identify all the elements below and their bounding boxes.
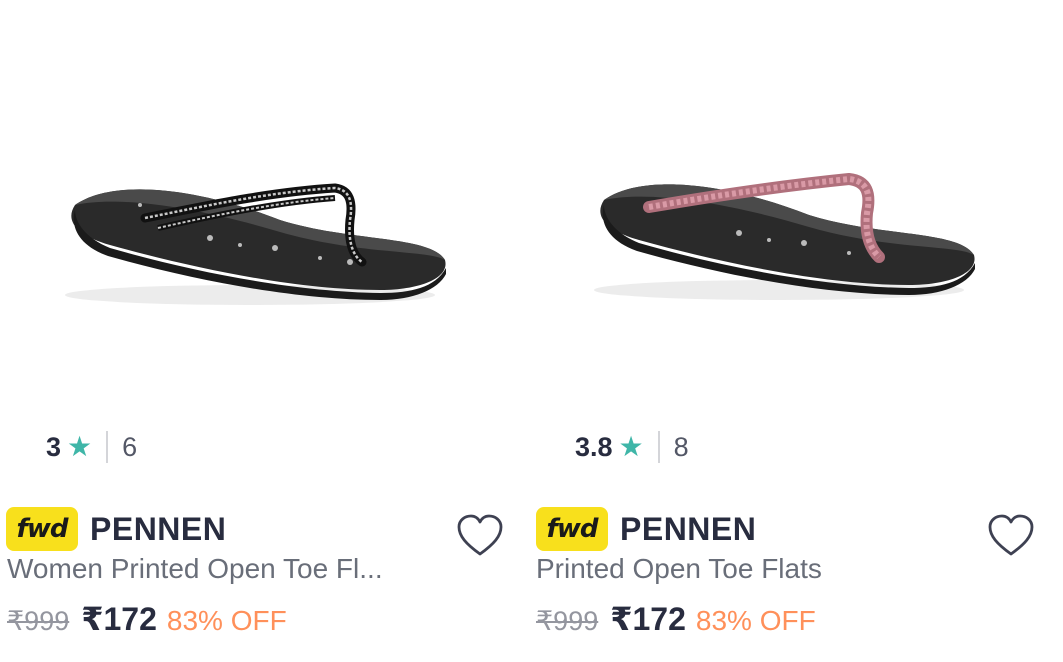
selling-price: ₹172	[610, 601, 686, 637]
original-price: ₹999	[7, 606, 70, 636]
product-title[interactable]: Printed Open Toe Flats	[536, 553, 822, 585]
brand-name: PENNEN	[620, 510, 757, 547]
selling-price: ₹172	[81, 601, 157, 637]
brand-row: fwd PENNEN	[6, 507, 226, 551]
discount-label: 83% OFF	[166, 605, 287, 636]
product-image[interactable]	[0, 0, 531, 410]
rating-summary: 3 ★ 6	[46, 428, 137, 466]
sandal-image-icon	[65, 183, 446, 305]
product-grid: 3 ★ 6 fwd PENNEN Women Printed Open Toe …	[0, 0, 1063, 662]
heart-icon	[457, 514, 503, 556]
rating-summary: 3.8 ★ 8	[575, 428, 689, 466]
rating-value: 3.8	[575, 431, 613, 462]
wishlist-button[interactable]	[987, 514, 1035, 558]
wishlist-button[interactable]	[456, 514, 504, 558]
product-title[interactable]: Women Printed Open Toe Fl...	[7, 553, 383, 585]
brand-name: PENNEN	[90, 510, 227, 547]
star-icon: ★	[67, 431, 93, 462]
rating-divider	[657, 431, 660, 463]
heart-icon	[988, 514, 1034, 556]
fwd-badge: fwd	[536, 507, 608, 551]
discount-label: 83% OFF	[695, 605, 816, 636]
rating-divider	[106, 431, 109, 463]
brand-row: fwd PENNEN	[536, 507, 756, 551]
fwd-badge: fwd	[6, 507, 78, 551]
original-price: ₹999	[536, 606, 599, 636]
price-row: ₹999 ₹172 83% OFF	[536, 600, 816, 638]
product-image[interactable]	[531, 0, 1062, 410]
product-card[interactable]: 3.8 ★ 8 fwd PENNEN Printed Open Toe Flat…	[531, 0, 1062, 662]
product-card[interactable]: 3 ★ 6 fwd PENNEN Women Printed Open Toe …	[0, 0, 531, 662]
sandal-image-icon	[594, 172, 975, 300]
rating-value: 3	[46, 431, 62, 462]
rating-count: 6	[122, 431, 138, 462]
rating-count: 8	[673, 431, 689, 462]
star-icon: ★	[618, 431, 644, 462]
price-row: ₹999 ₹172 83% OFF	[7, 600, 287, 638]
